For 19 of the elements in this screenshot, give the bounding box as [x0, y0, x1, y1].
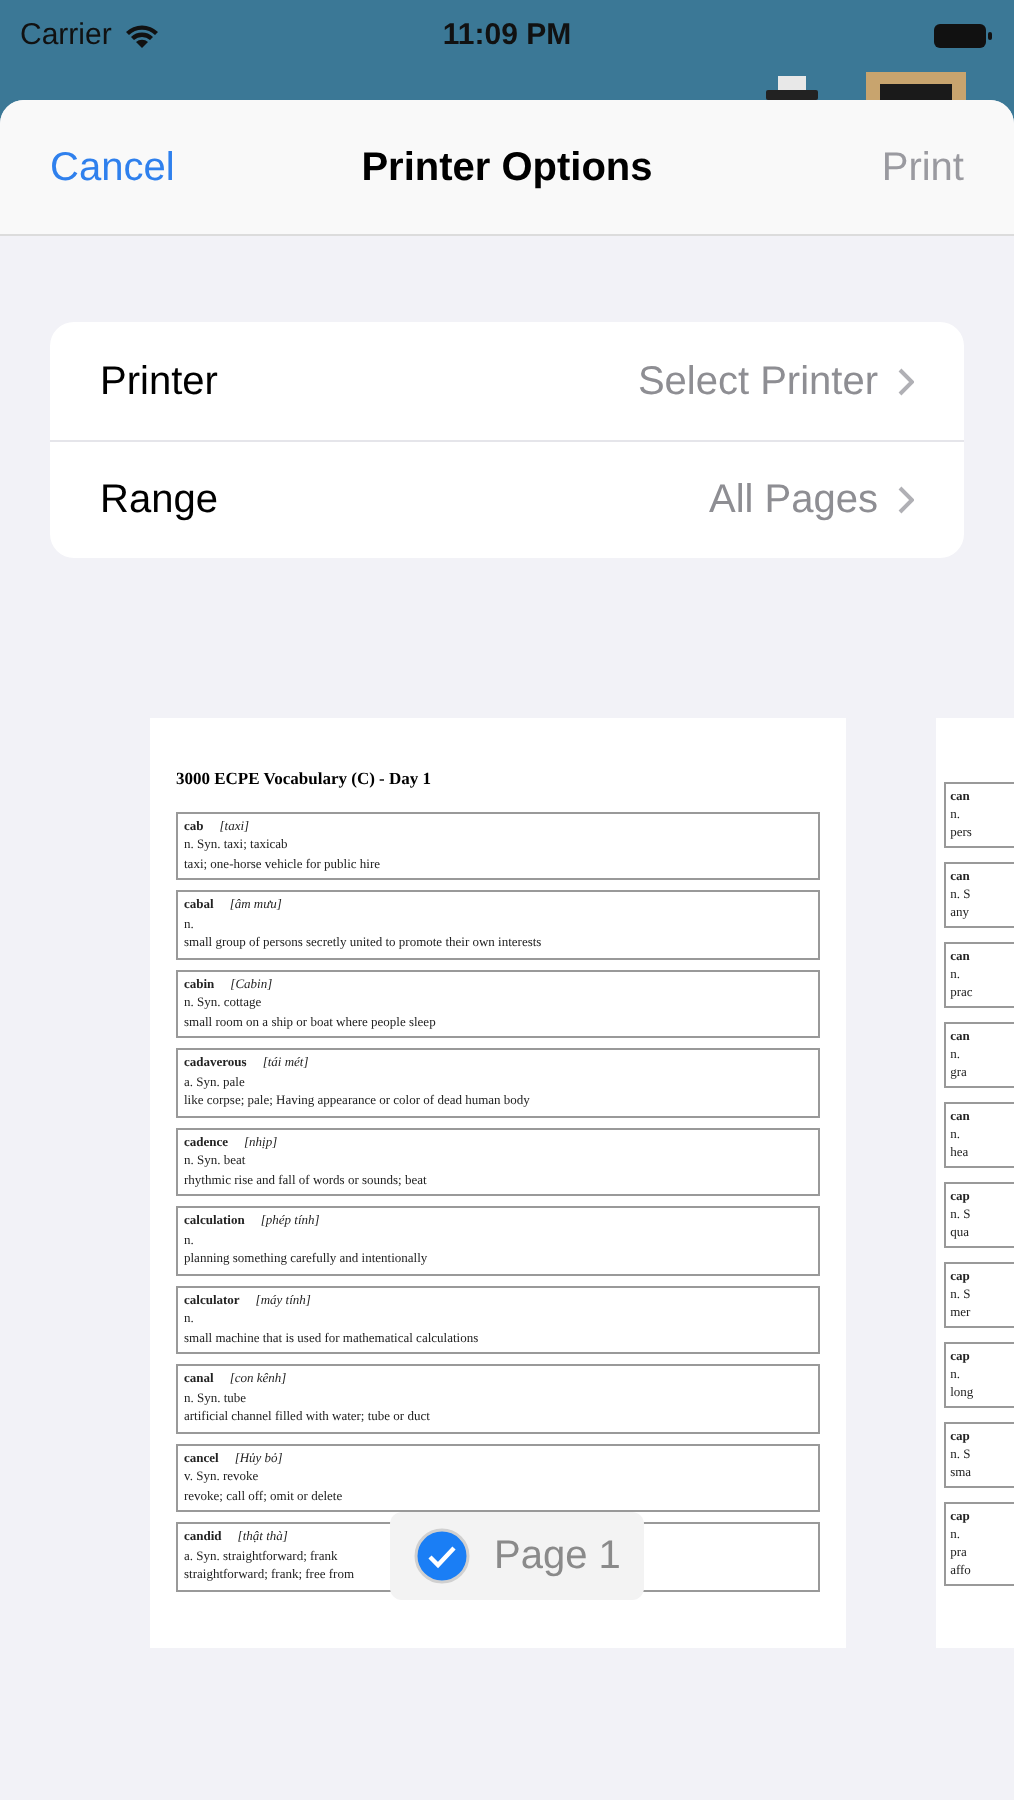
page-preview[interactable] — [150, 718, 847, 1648]
chevron-right-icon — [898, 486, 914, 514]
document-title: 3000 ECPE Vocabulary (C) - Day 1 — [176, 766, 434, 792]
carrier-label: Carrier — [20, 15, 112, 56]
option-label: Printer — [100, 357, 218, 407]
folder-icon[interactable] — [866, 72, 966, 100]
printer-icon[interactable] — [762, 76, 822, 100]
cancel-button[interactable]: Cancel — [50, 137, 230, 197]
option-label: Range — [100, 476, 218, 526]
option-row[interactable]: Range All Pages — [50, 440, 964, 558]
checkmark-icon — [414, 1528, 470, 1584]
sheet-title: Printer Options — [361, 143, 653, 193]
status-time: 11:09 PM — [442, 15, 572, 56]
option-value: Select Printer — [637, 357, 878, 407]
option-row[interactable]: Printer Select Printer — [50, 322, 964, 440]
battery-icon — [934, 24, 994, 48]
option-value: All Pages — [709, 476, 878, 526]
chevron-right-icon — [898, 367, 914, 395]
wifi-icon — [123, 22, 160, 50]
